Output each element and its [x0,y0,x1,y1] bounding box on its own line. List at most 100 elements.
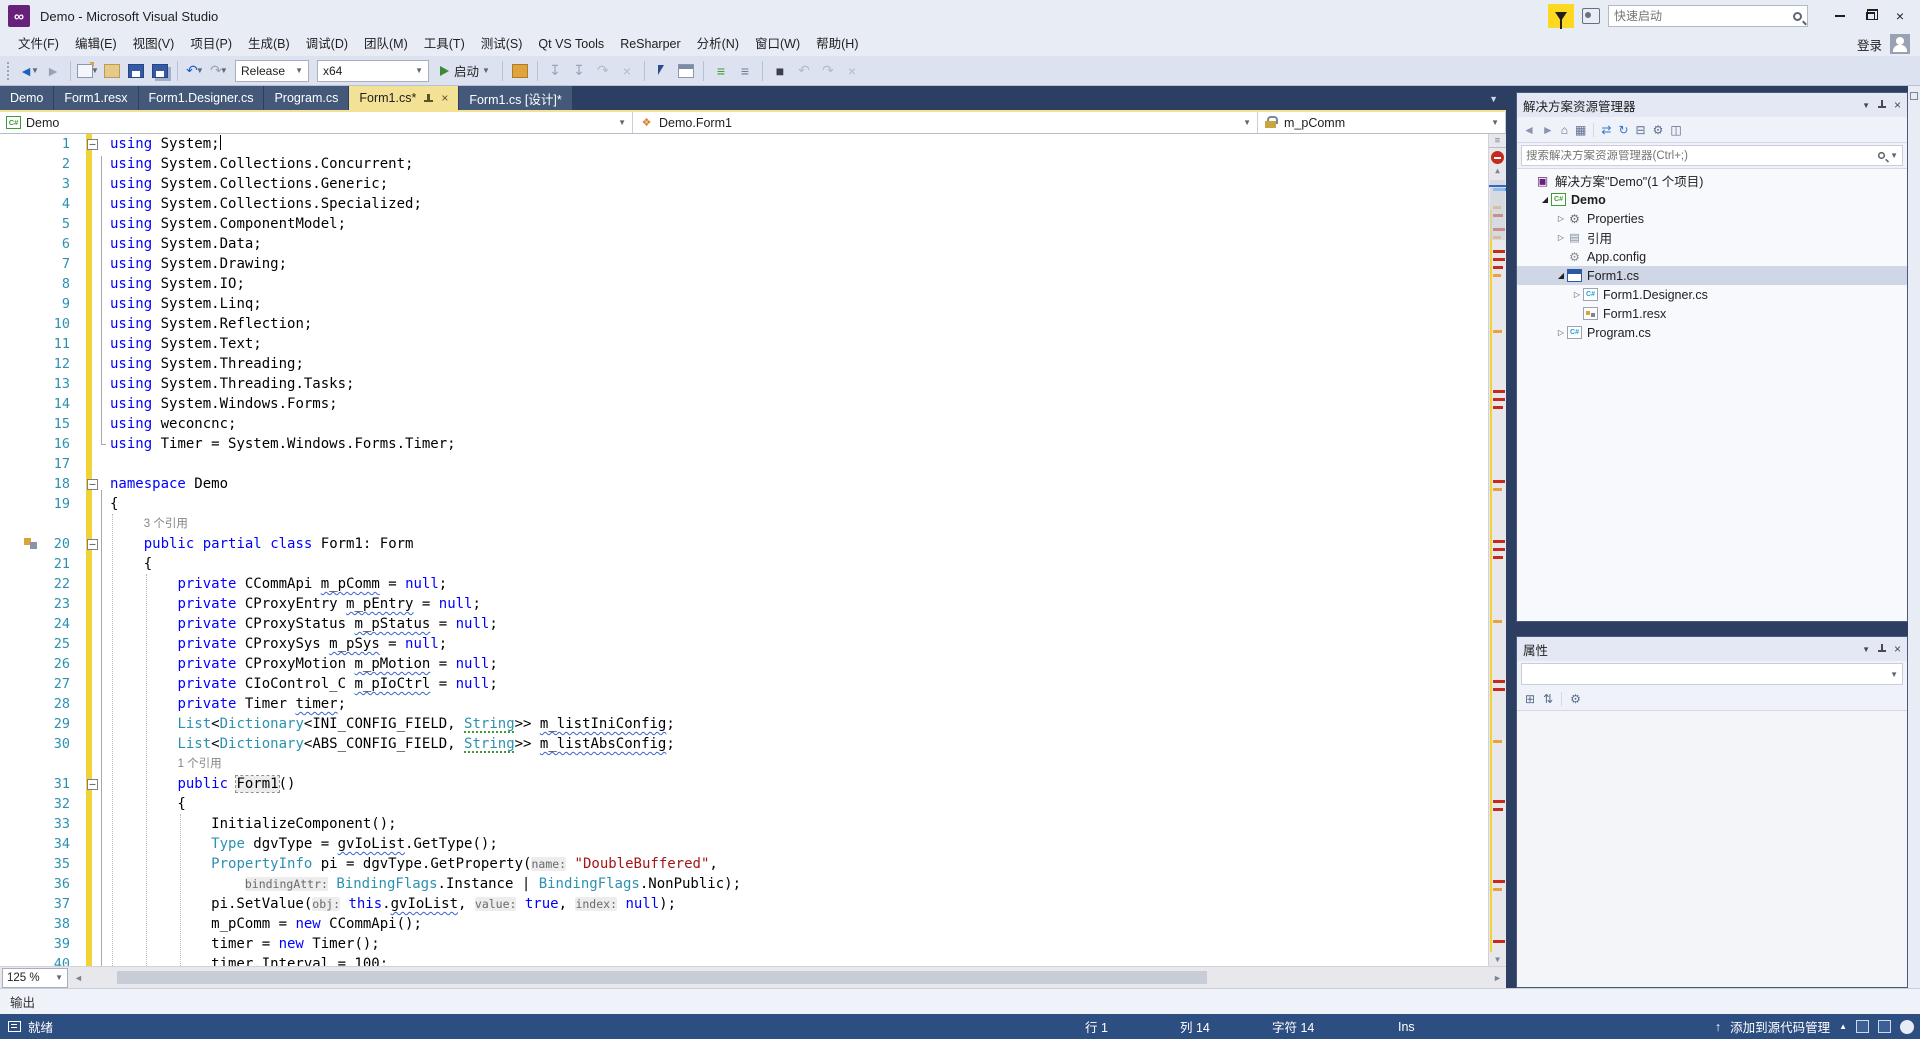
collapsed-arrow-icon[interactable]: ▷ [1555,214,1567,223]
menu-item-e[interactable]: 编辑(E) [67,32,125,56]
platform-combo[interactable]: x64▼ [317,60,429,82]
notifications-flag-icon[interactable] [1548,4,1574,28]
se-back-icon[interactable]: ◄ [1523,123,1535,137]
stop-icon[interactable]: ■ [769,60,791,82]
save-all-icon[interactable] [149,60,171,82]
fold-collapse-icon[interactable]: – [87,139,98,150]
code-line[interactable]: 24 private CProxyStatus m_pStatus = null… [0,614,1506,634]
tree-item-Demo[interactable]: ◢C#Demo [1517,190,1907,209]
tree-item-Program.cs[interactable]: ▷C#Program.cs [1517,323,1907,342]
menu-item-m[interactable]: 团队(M) [356,32,416,56]
code-line[interactable]: 26 private CProxyMotion m_pMotion = null… [0,654,1506,674]
output-panel-bar[interactable]: 输出 [0,988,1920,1014]
code-line[interactable]: 2using System.Collections.Concurrent; [0,154,1506,174]
toolbox-autohide-icon[interactable] [1910,92,1918,100]
code-line[interactable]: 14using System.Windows.Forms; [0,394,1506,414]
quick-launch-input[interactable] [1614,9,1793,23]
tree-item-[interactable]: ▷▤引用 [1517,228,1907,247]
code-line[interactable]: 33 InitializeComponent(); [0,814,1506,834]
expanded-arrow-icon[interactable]: ◢ [1539,195,1551,204]
menu-item-t[interactable]: 工具(T) [416,32,473,56]
tab-Demo[interactable]: Demo [0,86,53,110]
code-line[interactable]: 28 private Timer timer; [0,694,1506,714]
alphabetical-sort-icon[interactable]: ⇅ [1543,692,1553,706]
solution-explorer-header[interactable]: 解决方案资源管理器 ▼ × [1517,93,1907,117]
pin-icon[interactable] [1878,100,1886,110]
tab-Form1.resx[interactable]: Form1.resx [54,86,137,110]
code-line[interactable]: 18–namespace Demo [0,474,1506,494]
properties-header[interactable]: 属性 ▼ × [1517,637,1907,661]
fold-collapse-icon[interactable]: – [87,779,98,790]
menu-item-s[interactable]: 测试(S) [473,32,531,56]
code-line[interactable]: 38 m_pComm = new CCommApi(); [0,914,1506,934]
tree-item-Form1.resx[interactable]: Form1.resx [1517,304,1907,323]
splitter-handle-icon[interactable]: ≡ [1489,134,1506,148]
code-line[interactable]: 20– public partial class Form1: Form [0,534,1506,554]
open-file-icon[interactable] [101,60,123,82]
code-line[interactable]: 19{ [0,494,1506,514]
se-preview-icon[interactable]: ◫ [1670,123,1681,137]
sort-lines-icon[interactable]: ≡ [734,60,756,82]
quick-launch-search[interactable] [1608,5,1808,27]
code-line[interactable]: 8using System.IO; [0,274,1506,294]
scroll-right-icon[interactable]: ► [1489,973,1506,983]
code-line[interactable]: 23 private CProxyEntry m_pEntry = null; [0,594,1506,614]
window-preview-icon[interactable] [675,60,697,82]
minimize-button[interactable] [1826,4,1854,28]
navbar-member-dropdown[interactable]: m_pComm ▼ [1258,112,1506,133]
sign-in-link[interactable]: 登录 [1857,35,1882,54]
menu-item-d[interactable]: 调试(D) [298,32,356,56]
code-line[interactable]: 34 Type dgvType = gvIoList.GetType(); [0,834,1506,854]
code-line[interactable]: 21 { [0,554,1506,574]
collapsed-arrow-icon[interactable]: ▷ [1571,290,1583,299]
redo-icon[interactable]: ↷▼ [208,60,230,82]
property-pages-icon[interactable]: ⚙ [1570,692,1581,706]
code-line[interactable]: 3using System.Collections.Generic; [0,174,1506,194]
tab-Form1.Designer.cs[interactable]: Form1.Designer.cs [139,86,264,110]
clear-icon[interactable]: × [841,60,863,82]
properties-object-dropdown[interactable]: ▼ [1521,663,1903,685]
code-line[interactable]: 10using System.Reflection; [0,314,1506,334]
code-line[interactable]: 36 bindingAttr: BindingFlags.Instance | … [0,874,1506,894]
tab-Form1.cs[interactable]: Form1.cs [设计]* [459,86,571,110]
se-collapse-all-icon[interactable]: ⊟ [1636,123,1646,137]
tab-Program.cs[interactable]: Program.cs [264,86,348,110]
code-line[interactable]: 5using System.ComponentModel; [0,214,1506,234]
start-debug-button[interactable]: 启动▼ [434,59,496,83]
code-line[interactable]: 35 PropertyInfo pi = dgvType.GetProperty… [0,854,1506,874]
se-switch-views-icon[interactable]: ▦ [1575,123,1586,137]
code-line[interactable]: 30 List<Dictionary<ABS_CONFIG_FIELD, Str… [0,734,1506,754]
pin-icon[interactable] [1878,644,1886,654]
cancel-icon[interactable]: × [616,60,638,82]
tree-item-App.config[interactable]: ⚙App.config [1517,247,1907,266]
se-forward-icon[interactable]: ► [1542,123,1554,137]
scroll-down-icon[interactable]: ▼ [1489,955,1506,964]
selection-pointer-icon[interactable] [651,60,673,82]
save-icon[interactable] [125,60,147,82]
code-line[interactable]: 40 timer.Interval = 100; [0,954,1506,966]
navigate-back-icon[interactable]: ◄▼ [18,60,40,82]
code-line[interactable]: 16using Timer = System.Windows.Forms.Tim… [0,434,1506,454]
user-avatar-icon[interactable] [1890,34,1910,54]
code-line[interactable]: 22 private CCommApi m_pComm = null; [0,574,1506,594]
code-line[interactable]: 25 private CProxySys m_pSys = null; [0,634,1506,654]
code-line[interactable]: 29 List<Dictionary<INI_CONFIG_FIELD, Str… [0,714,1506,734]
code-line[interactable]: 17 [0,454,1506,474]
close-icon[interactable]: × [1894,642,1901,656]
fold-collapse-icon[interactable]: – [87,539,98,550]
code-line[interactable]: 13using System.Threading.Tasks; [0,374,1506,394]
code-line[interactable]: 6using System.Data; [0,234,1506,254]
menu-item-v[interactable]: 视图(V) [125,32,183,56]
navbar-type-dropdown[interactable]: ❖ Demo.Form1 ▼ [633,112,1258,133]
tree-item-Demo1[interactable]: ▣解决方案"Demo"(1 个项目) [1517,171,1907,190]
menu-item-p[interactable]: 项目(P) [182,32,240,56]
scroll-left-icon[interactable]: ◄ [70,973,87,983]
se-sync-icon[interactable]: ⇄ [1601,123,1611,137]
close-icon[interactable]: × [441,91,448,105]
collapsed-arrow-icon[interactable]: ▷ [1555,328,1567,337]
properties-grid[interactable] [1517,711,1907,987]
menu-item-resharper[interactable]: ReSharper [612,32,688,56]
restore-button[interactable] [1856,4,1884,28]
code-line[interactable]: 27 private CIoControl_C m_pIoCtrl = null… [0,674,1506,694]
tab-overflow-icon[interactable]: ▼ [1489,94,1506,110]
